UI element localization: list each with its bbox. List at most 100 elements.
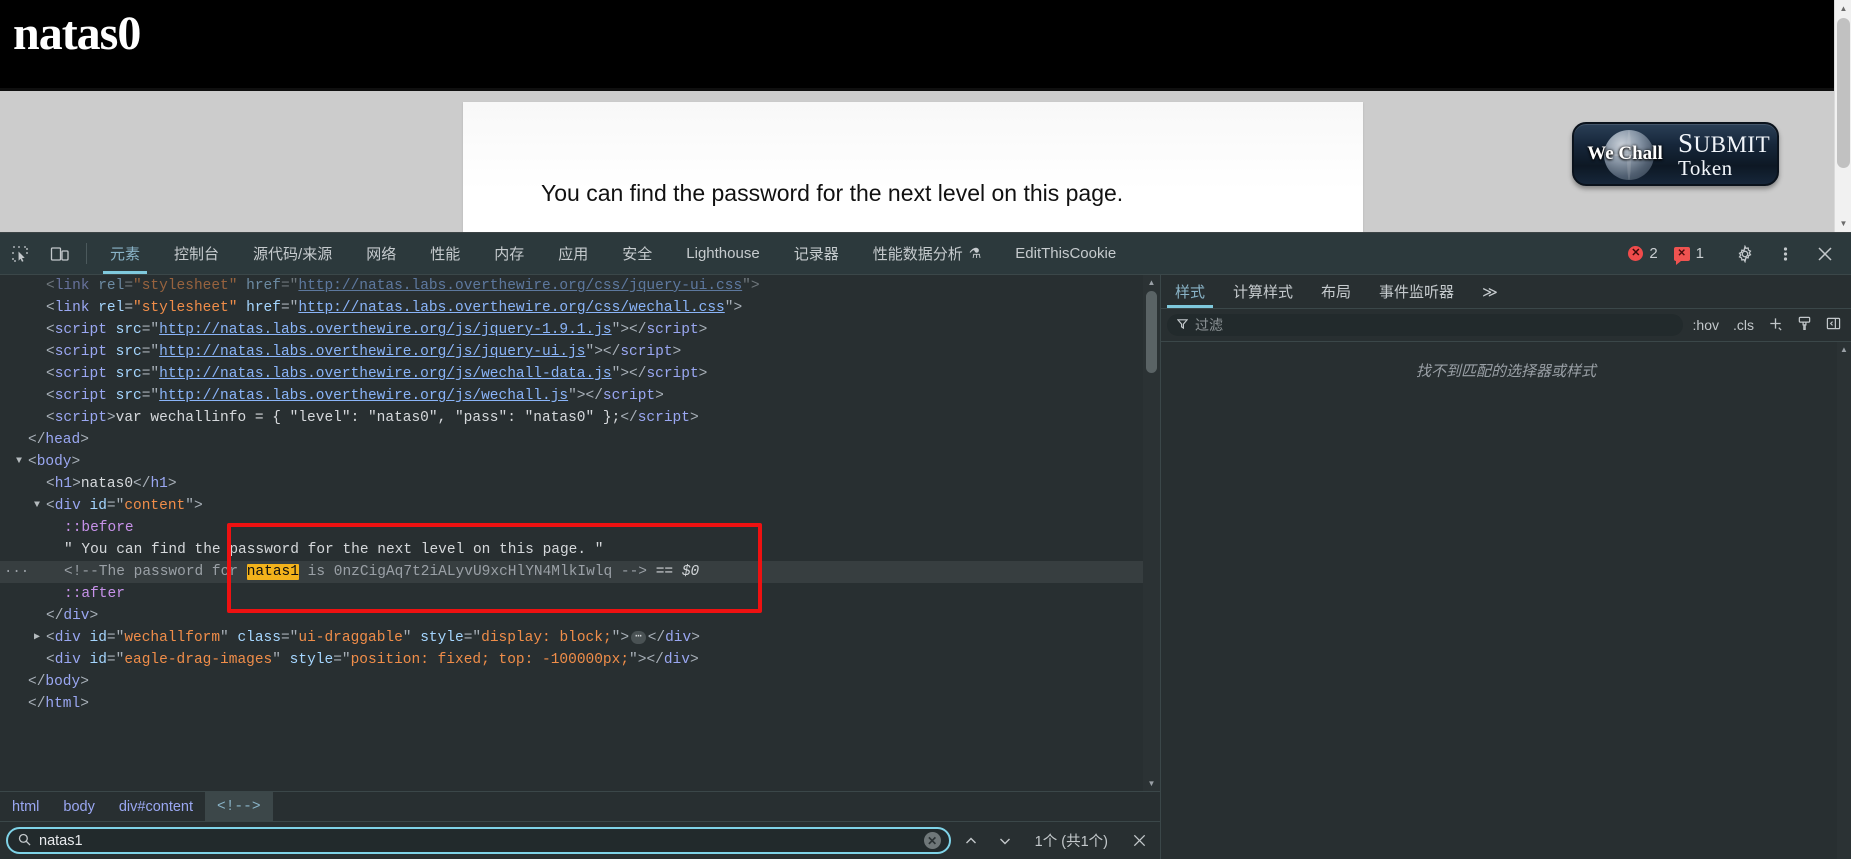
styles-empty-message: 找不到匹配的选择器或样式 (1415, 363, 1596, 380)
inspect-element-icon[interactable] (0, 233, 40, 274)
breadcrumb-item-3[interactable]: <!--> (205, 792, 273, 821)
token-punc: < (46, 476, 55, 492)
collapse-triangle-icon[interactable]: ▼ (10, 451, 28, 473)
dom-scroll-down-icon[interactable]: ▼ (1143, 776, 1160, 791)
token-tagname: script (620, 344, 673, 360)
search-input-value[interactable]: natas1 (39, 833, 916, 849)
styles-tab-3[interactable]: 事件监听器 (1365, 275, 1468, 308)
hov-toggle-button[interactable]: :hov (1689, 317, 1723, 333)
dom-node-script-wechall[interactable]: <script src="http://natas.labs.overthewi… (0, 385, 1143, 407)
devtools-tab-11[interactable]: EditThisCookie (998, 233, 1133, 274)
dom-node-link-wechall-css[interactable]: <link rel="stylesheet" href="http://nata… (0, 297, 1143, 319)
devtools-tab-0[interactable]: 元素 (93, 233, 157, 274)
devtools-tab-6[interactable]: 应用 (541, 233, 605, 274)
search-next-button[interactable] (991, 827, 1019, 855)
token-link[interactable]: http://natas.labs.overthewire.org/js/wec… (159, 388, 568, 404)
dom-node-script-wechallinfo[interactable]: <script>var wechallinfo = { "level": "na… (0, 407, 1143, 429)
warning-count-badge[interactable]: ✕ 1 (1666, 245, 1712, 265)
token-punc: " (272, 652, 290, 668)
token-punc: </ (28, 674, 46, 690)
token-punc: > (80, 696, 89, 712)
token-punc: "></ (568, 388, 603, 404)
devtools-tab-9[interactable]: 记录器 (777, 233, 856, 274)
devtools-tab-2[interactable]: 源代码/来源 (236, 233, 349, 274)
clear-icon[interactable]: ✕ (923, 832, 941, 849)
styles-scrollbar[interactable]: ▲ (1837, 342, 1851, 859)
page-scrollbar[interactable]: ▲ ▼ (1834, 0, 1851, 232)
collapse-triangle-icon[interactable]: ▼ (28, 495, 46, 517)
token-punc: </ (28, 432, 46, 448)
token-link[interactable]: http://natas.labs.overthewire.org/js/jqu… (159, 344, 585, 360)
dom-tree-scrollbar[interactable]: ▲ ▼ (1143, 275, 1160, 791)
breadcrumb-item-1[interactable]: body (51, 792, 106, 821)
dom-node-body-close[interactable]: </body> (0, 671, 1143, 693)
token-link[interactable]: http://natas.labs.overthewire.org/js/wec… (159, 366, 611, 382)
breadcrumb-item-2[interactable]: div#content (107, 792, 205, 821)
devtools-tab-4[interactable]: 性能 (413, 233, 477, 274)
page-scrollbar-thumb[interactable] (1837, 18, 1850, 168)
devtools-tab-1[interactable]: 控制台 (157, 233, 236, 274)
device-toolbar-icon[interactable] (40, 233, 80, 274)
devtools-tab-5[interactable]: 内存 (477, 233, 541, 274)
node-badge-icon[interactable]: ··· (4, 561, 29, 583)
devtools-tab-10[interactable]: 性能数据分析 ⚗ (856, 233, 999, 274)
dom-node-script-wechall-data[interactable]: <script src="http://natas.labs.overthewi… (0, 363, 1143, 385)
kebab-menu-icon[interactable] (1765, 245, 1805, 263)
search-input[interactable]: natas1 ✕ (6, 827, 951, 854)
devtools-tab-label: 性能数据分析 (872, 246, 963, 263)
token-punc: > (689, 652, 699, 668)
scroll-up-arrow-icon[interactable]: ▲ (1835, 0, 1851, 17)
search-close-button[interactable] (1124, 827, 1154, 855)
dom-node-h1-natas0[interactable]: <h1>natas0</h1> (0, 473, 1143, 495)
token-sp (81, 652, 90, 668)
dom-tree-container[interactable]: <link rel="stylesheet" href="http://nata… (0, 275, 1160, 791)
dom-node-head-close[interactable]: </head> (0, 429, 1143, 451)
dom-scroll-up-icon[interactable]: ▲ (1143, 275, 1160, 290)
dom-node-text-node[interactable]: " You can find the password for the next… (0, 539, 1143, 561)
sidebar-toggle-icon[interactable] (1822, 316, 1845, 334)
dom-tree[interactable]: <link rel="stylesheet" href="http://nata… (0, 275, 1143, 791)
token-punc: "> (185, 498, 203, 514)
close-icon[interactable] (1805, 246, 1845, 262)
styles-tab-4[interactable]: ≫ (1468, 275, 1512, 308)
dom-node-body-open[interactable]: ▼ <body> (0, 451, 1143, 473)
dom-node-pseudo-before[interactable]: ::before (0, 517, 1143, 539)
styles-tab-2[interactable]: 布局 (1307, 275, 1365, 308)
dom-node-div-eagle-drag-images[interactable]: <div id="eagle-drag-images" style="posit… (0, 649, 1143, 671)
gear-icon[interactable] (1725, 244, 1765, 263)
styles-filter-input[interactable]: 过滤 (1167, 314, 1683, 336)
token-punc: =" (141, 322, 160, 338)
dom-node-div-wechallform[interactable]: ▶ <div id="wechallform" class="ui-draggab… (0, 627, 1143, 649)
error-count-badge[interactable]: ✕ 2 (1620, 245, 1665, 262)
token-text: " You can find the password for the next… (64, 542, 604, 558)
devtools-tab-7[interactable]: 安全 (605, 233, 669, 274)
cls-toggle-button[interactable]: .cls (1729, 317, 1758, 333)
token-link[interactable]: http://natas.labs.overthewire.org/js/jqu… (159, 322, 611, 338)
styles-toolbar: 过滤 :hov .cls (1161, 309, 1851, 342)
dom-node-comment-password[interactable]: ··· <!--The password for natas1 is 0nzCig… (0, 561, 1143, 583)
search-prev-button[interactable] (957, 827, 985, 855)
dom-node-html-close[interactable]: </html> (0, 693, 1143, 715)
dom-node-script-jquery-ui[interactable]: <script src="http://natas.labs.overthewi… (0, 341, 1143, 363)
styles-tab-0[interactable]: 样式 (1161, 275, 1219, 308)
new-style-rule-button[interactable] (1764, 316, 1787, 334)
dom-scrollbar-thumb[interactable] (1146, 291, 1157, 373)
elements-panel: <link rel="stylesheet" href="http://nata… (0, 275, 1161, 859)
dom-node-pseudo-after[interactable]: ::after (0, 583, 1143, 605)
breadcrumb-item-0[interactable]: html (0, 792, 51, 821)
expand-triangle-icon[interactable]: ▶ (28, 627, 46, 649)
devtools-tab-3[interactable]: 网络 (349, 233, 413, 274)
token-link[interactable]: http://natas.labs.overthewire.org/css/jq… (298, 278, 742, 294)
dom-node-script-jquery[interactable]: <script src="http://natas.labs.overthewi… (0, 319, 1143, 341)
styles-tab-1[interactable]: 计算样式 (1219, 275, 1307, 308)
styles-scroll-up-icon[interactable]: ▲ (1837, 342, 1851, 356)
dom-node-link-jquery-ui-css[interactable]: <link rel="stylesheet" href="http://nata… (0, 275, 1143, 297)
wechall-submit-token-button[interactable]: We Chall SUBMIT Token (1572, 122, 1779, 186)
devtools-tab-8[interactable]: Lighthouse (669, 233, 776, 274)
token-link[interactable]: http://natas.labs.overthewire.org/css/we… (298, 300, 724, 316)
brush-icon[interactable] (1793, 316, 1816, 334)
token-pseudo: ::before (64, 520, 134, 536)
dom-node-div-content-close[interactable]: </div> (0, 605, 1143, 627)
scroll-down-arrow-icon[interactable]: ▼ (1835, 215, 1851, 232)
dom-node-div-content-open[interactable]: ▼ <div id="content"> (0, 495, 1143, 517)
